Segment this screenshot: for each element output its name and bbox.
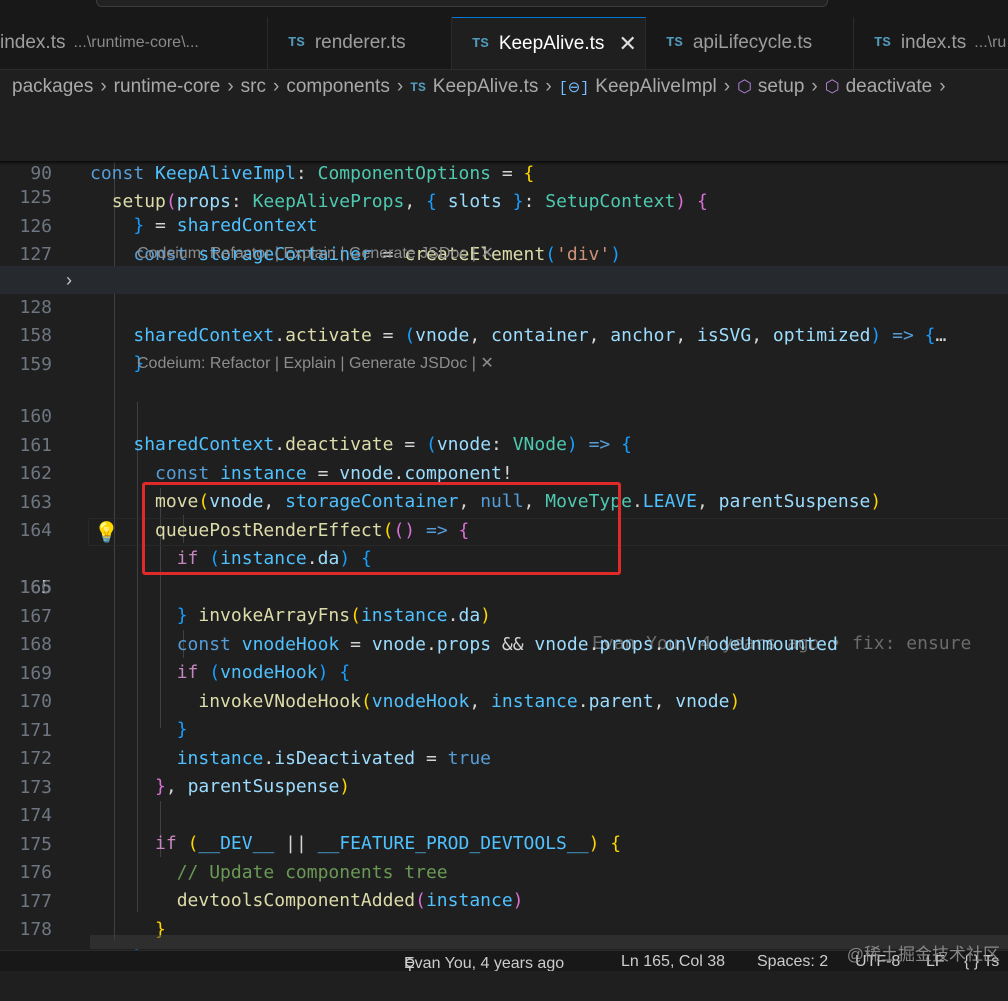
close-icon[interactable]: ✕ [480,245,493,262]
tab-label: index.ts [900,32,967,53]
code-line: 172 }, parentSuspense) [0,717,1008,797]
codeium-codelens: Codeium: Refactor | Explain | Generate J… [137,353,494,373]
breadcrumb-item[interactable]: deactivate [846,76,933,98]
chevron-right-icon: › [723,76,731,97]
code-line: 76 const KeepAliveImpl: ComponentOptions… [0,104,1008,184]
blame-author: Evan You, 4 years ago [404,955,565,971]
fold-chevron-icon[interactable]: › [66,270,72,291]
chevron-right-icon: › [100,76,107,97]
breadcrumb: packages › runtime-core › src › components ›… [0,70,1008,104]
codelens-explain[interactable]: Explain [283,355,335,372]
typescript-file-icon: TS [666,35,683,51]
breadcrumb-item[interactable]: packages [12,76,93,98]
watermark: @稀土掘金技术社区 [846,945,1000,964]
codelens-separator: | [340,355,345,372]
code-line: 173 [0,746,1008,798]
code-line: 168 if (vnodeHook) { [0,603,1008,683]
indentation-setting[interactable]: Spaces: 2 [757,953,828,971]
editor-tab-bar: index.ts ...\runtime-core\... TS renderer.… [0,17,1008,70]
close-icon[interactable]: ✕ [618,31,636,57]
breadcrumb-item[interactable]: components [286,76,390,98]
close-icon[interactable]: ✕ [480,355,493,372]
code-line: 125 } = sharedContext [0,156,1008,236]
tab-label: renderer.ts [314,32,406,53]
line-number: 127 [19,244,52,265]
lightbulb-icon[interactable]: 💡 [94,520,119,544]
typescript-file-icon: TS [874,35,891,51]
breadcrumb-item[interactable]: src [241,76,266,98]
typescript-file-icon: TS [410,79,426,95]
tab-label: index.ts [0,32,66,53]
chevron-right-icon: › [272,76,280,97]
code-line: 158 } [0,294,1008,374]
code-line: 159 [0,323,1008,375]
code-line: 175 // Update components tree [0,803,1008,883]
codelens-separator: | [274,355,279,372]
command-center[interactable] [96,0,828,7]
code-line: 162 move(vnode, storageContainer, null, … [0,432,1008,512]
code-line: 177 } [0,860,1008,940]
code-line-folded: 128 sharedContext.activate = (vnode, con… [0,266,1008,346]
codelens-refactor[interactable]: Codeium: Refactor [137,355,270,372]
codelens-jsdoc[interactable]: Generate JSDoc [349,355,467,372]
method-cube-icon: ⬡ [824,77,840,96]
code-line: 178 } [0,888,1008,968]
cursor-position[interactable]: Ln 165, Col 38 [621,953,725,971]
breadcrumb-item[interactable]: KeepAliveImpl [595,76,716,98]
code-line: 171 instance.isDeactivated = true [0,689,1008,769]
codelens-jsdoc[interactable]: Generate JSDoc [349,245,467,262]
codelens-separator: | [340,245,345,262]
variable-icon: [⊖] [558,79,590,97]
tab-index[interactable]: TS index.ts ...\ru [854,17,1008,69]
chevron-right-icon: › [811,76,818,97]
typescript-file-icon: TS [288,35,305,51]
code-editor[interactable]: 76 const KeepAliveImpl: ComponentOptions… [0,104,1008,969]
tab-index-runtime-core[interactable]: index.ts ...\runtime-core\... [0,17,268,69]
chevron-right-icon: › [227,76,234,97]
codeium-codelens: Codeium: Refactor | Explain | Generate J… [137,243,494,263]
code-line: 126 const storageContainer = createEleme… [0,185,1008,265]
codelens-explain[interactable]: Explain [283,245,335,262]
title-bar [0,0,1008,17]
highlight-annotation-box [142,482,621,575]
tab-path-hint: ...\runtime-core\... [73,34,199,51]
breadcrumb-item[interactable]: runtime-core [114,76,221,98]
tab-keepalive[interactable]: TS KeepAlive.ts ✕ [452,17,646,69]
tab-label: KeepAlive.ts [498,32,605,54]
code-line: 167 const vnodeHook = vnode.props && vno… [0,575,1008,655]
method-cube-icon: ⬡ [737,77,752,96]
tab-path-hint: ...\ru [974,34,1007,51]
breadcrumb-item[interactable]: setup [758,76,804,98]
breadcrumb-item[interactable]: KeepAlive.ts [433,76,539,98]
code-line: 174 if (__DEV__ || __FEATURE_PROD_DEVTOO… [0,774,1008,854]
chevron-right-icon: › [939,76,946,97]
codelens-separator: | [471,355,476,372]
chevron-right-icon: › [396,76,404,97]
typescript-file-icon: TS [472,35,489,52]
chevron-right-icon: › [545,76,552,97]
codelens-refactor[interactable]: Codeium: Refactor [137,245,270,262]
code-line: 161 const instance = vnode.component! [0,404,1008,484]
code-line: 170 } [0,660,1008,740]
tab-apilifecycle[interactable]: TS apiLifecycle.ts [646,17,854,69]
code-line: 127 [0,213,1008,265]
code-line: 169 invokeVNodeHook(vnodeHook, instance.… [0,632,1008,712]
tab-renderer[interactable]: TS renderer.ts [268,17,452,69]
codelens-separator: | [471,245,476,262]
codelens-separator: | [274,245,279,262]
code-line: 160 sharedContext.deactivate = (vnode: V… [0,375,1008,455]
code-line: 176 devtoolsComponentAdded(instance) [0,831,1008,911]
tab-label: apiLifecycle.ts [692,32,813,53]
